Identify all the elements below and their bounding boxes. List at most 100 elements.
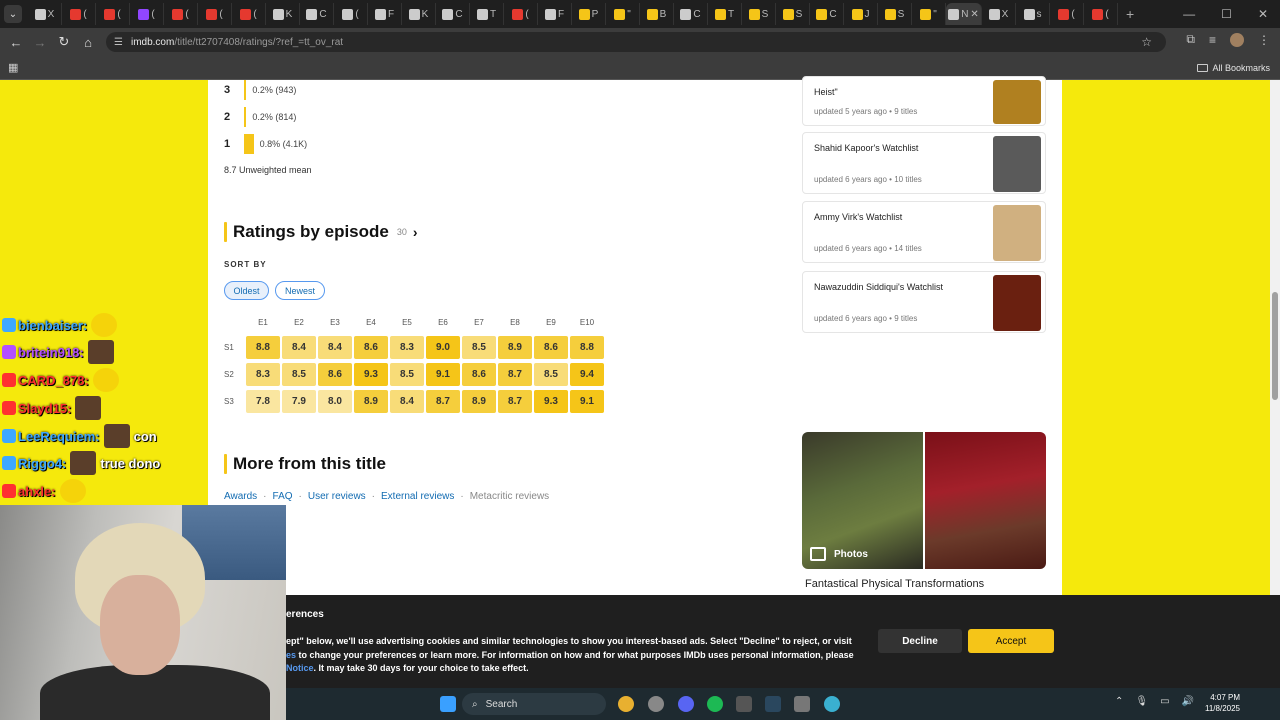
sort-newest-button[interactable]: Newest (275, 281, 325, 300)
photos-caption[interactable]: Fantastical Physical Transformations (805, 578, 984, 590)
browser-tab[interactable]: " (912, 3, 946, 25)
maximize-icon[interactable]: ☐ (1221, 7, 1232, 21)
volume-icon[interactable]: 🔊 (1182, 696, 1194, 707)
user-list-title[interactable]: Ammy Virk's Watchlist (814, 212, 984, 222)
site-info-icon[interactable]: ☰ (114, 37, 123, 48)
minimize-icon[interactable]: — (1183, 7, 1195, 21)
privacy-notice-link[interactable]: Notice (286, 663, 314, 673)
episode-rating-cell[interactable]: 8.4 (390, 390, 424, 413)
browser-tab[interactable]: s (1016, 3, 1050, 25)
browser-tab[interactable]: S (742, 3, 776, 25)
browser-tab[interactable]: X (28, 3, 62, 25)
episode-rating-cell[interactable]: 8.5 (534, 363, 568, 386)
episode-rating-cell[interactable]: 8.5 (282, 363, 316, 386)
episode-rating-cell[interactable]: 8.7 (426, 390, 460, 413)
browser-tab[interactable]: ( (62, 3, 96, 25)
browser-tab[interactable]: ( (1050, 3, 1084, 25)
episode-rating-cell[interactable]: 8.8 (246, 336, 280, 359)
taskbar-clock[interactable]: 4:07 PM 11/8/2025 (1205, 692, 1240, 714)
ratings-by-episode-header[interactable]: Ratings by episode 30 › (224, 222, 418, 242)
episode-rating-cell[interactable]: 8.4 (318, 336, 352, 359)
episode-rating-cell[interactable]: 8.6 (534, 336, 568, 359)
taskbar-search[interactable]: ⌕ Search (462, 693, 606, 715)
episode-rating-cell[interactable]: 8.0 (318, 390, 352, 413)
close-window-icon[interactable]: ✕ (1258, 7, 1268, 21)
episode-rating-cell[interactable]: 8.8 (570, 336, 604, 359)
browser-tab[interactable]: X (982, 3, 1016, 25)
browser-tab[interactable]: P (572, 3, 606, 25)
user-list-card[interactable]: Heist" updated 5 years ago • 9 titles (802, 76, 1046, 126)
back-icon[interactable]: ← (4, 35, 28, 50)
browser-tab[interactable]: ( (198, 3, 232, 25)
episode-rating-cell[interactable]: 8.5 (390, 363, 424, 386)
browser-tab[interactable]: B (640, 3, 674, 25)
reload-icon[interactable]: ↻ (52, 34, 76, 50)
episode-rating-cell[interactable]: 8.9 (354, 390, 388, 413)
external-reviews-link[interactable]: External reviews (381, 491, 454, 502)
episode-rating-cell[interactable]: 9.3 (534, 390, 568, 413)
browser-menu-icon[interactable]: ⋮ (1258, 33, 1270, 47)
episode-rating-cell[interactable]: 8.3 (390, 336, 424, 359)
browser-tab[interactable]: ( (1084, 3, 1118, 25)
browser-tab[interactable]: F (538, 3, 572, 25)
browser-tab[interactable]: ( (130, 3, 164, 25)
browser-tab[interactable]: ( (164, 3, 198, 25)
metacritic-reviews-link[interactable]: Metacritic reviews (470, 491, 549, 502)
episode-rating-cell[interactable]: 9.4 (570, 363, 604, 386)
decline-button[interactable]: Decline (878, 629, 962, 653)
address-bar[interactable]: ☰ imdb.com/title/tt2707408/ratings/?ref_… (106, 32, 1166, 52)
photos-card[interactable]: Photos (802, 432, 1046, 569)
sort-oldest-button[interactable]: Oldest (224, 281, 269, 300)
home-icon[interactable]: ⌂ (76, 35, 100, 50)
app-icon[interactable] (736, 696, 752, 712)
browser-tab[interactable]: ( (504, 3, 538, 25)
apps-grid-icon[interactable]: ▦ (8, 61, 18, 74)
microphone-icon[interactable]: 🎙 (1135, 696, 1148, 707)
episode-rating-cell[interactable]: 8.7 (498, 390, 532, 413)
forward-icon[interactable]: → (28, 35, 52, 50)
steam-icon[interactable] (765, 696, 781, 712)
episode-rating-cell[interactable]: 9.1 (570, 390, 604, 413)
accept-button[interactable]: Accept (968, 629, 1054, 653)
browser-tab[interactable]: F (368, 3, 402, 25)
episode-rating-cell[interactable]: 8.6 (354, 336, 388, 359)
discord-icon[interactable] (678, 696, 694, 712)
faq-link[interactable]: FAQ (273, 491, 293, 502)
chrome-icon[interactable] (618, 696, 634, 712)
episode-rating-cell[interactable]: 8.9 (498, 336, 532, 359)
chevron-right-icon[interactable]: › (413, 224, 418, 240)
calculator-icon[interactable] (794, 696, 810, 712)
episode-rating-cell[interactable]: 7.8 (246, 390, 280, 413)
app-icon[interactable] (648, 696, 664, 712)
browser-tab[interactable]: C (300, 3, 334, 25)
cookie-preferences-link[interactable]: es (286, 650, 296, 660)
episode-rating-cell[interactable]: 8.6 (318, 363, 352, 386)
awards-link[interactable]: Awards (224, 491, 257, 502)
user-list-card[interactable]: Nawazuddin Siddiqui's Watchlist updated 6… (802, 271, 1046, 333)
all-bookmarks-button[interactable]: All Bookmarks (1197, 63, 1270, 73)
browser-tab[interactable]: K (266, 3, 300, 25)
spotify-icon[interactable] (707, 696, 723, 712)
episode-rating-cell[interactable]: 7.9 (282, 390, 316, 413)
app-icon[interactable] (824, 696, 840, 712)
browser-tab[interactable]: ( (232, 3, 266, 25)
episode-rating-cell[interactable]: 8.9 (462, 390, 496, 413)
browser-tab[interactable]: K (402, 3, 436, 25)
user-list-poster[interactable] (993, 80, 1041, 124)
episode-rating-cell[interactable]: 9.1 (426, 363, 460, 386)
user-list-title[interactable]: Nawazuddin Siddiqui's Watchlist (814, 282, 984, 292)
scrollbar-thumb[interactable] (1272, 292, 1278, 400)
episode-rating-cell[interactable]: 8.4 (282, 336, 316, 359)
user-list-poster[interactable] (993, 136, 1041, 192)
browser-tab[interactable]: J (844, 3, 878, 25)
browser-tab[interactable]: C (810, 3, 844, 25)
new-tab-button[interactable]: + (1126, 6, 1134, 22)
browser-tab[interactable]: " (606, 3, 640, 25)
user-list-poster[interactable] (993, 205, 1041, 261)
browser-tab[interactable]: ( (96, 3, 130, 25)
browser-tab[interactable]: T (708, 3, 742, 25)
browser-tab[interactable]: S (878, 3, 912, 25)
chevron-up-icon[interactable]: ⌃ (1115, 696, 1123, 707)
episode-rating-cell[interactable]: 8.5 (462, 336, 496, 359)
browser-tab[interactable]: N ✕ (946, 3, 982, 25)
